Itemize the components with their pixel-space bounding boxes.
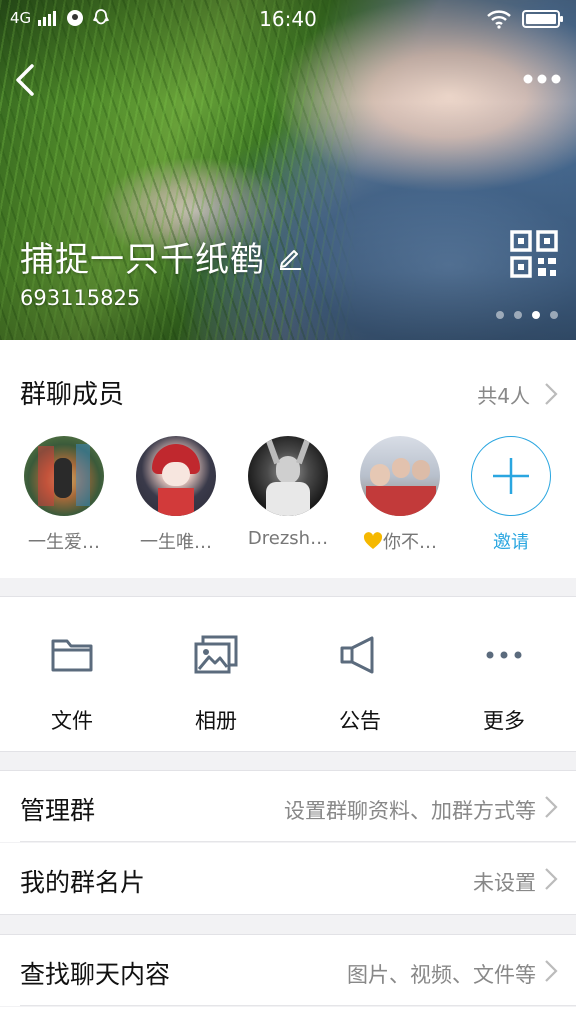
shortcut-more[interactable]: 更多 xyxy=(432,597,576,753)
cover-page-indicator xyxy=(496,311,558,319)
shortcut-label: 相册 xyxy=(195,709,237,733)
invite-member-item[interactable]: 邀请 xyxy=(461,436,561,554)
member-name-row: 你不… xyxy=(350,528,450,554)
member-name: Drezsh… xyxy=(247,528,329,549)
divider xyxy=(20,1005,576,1006)
folder-icon xyxy=(51,639,93,672)
shortcut-announcement[interactable]: 公告 xyxy=(288,597,432,753)
shortcut-label: 更多 xyxy=(483,709,525,733)
page-dot-active xyxy=(532,311,540,319)
member-name: 一生爱… xyxy=(28,532,100,553)
more-dots-icon xyxy=(486,651,522,659)
group-name: 捕捉一只千纸鹤 xyxy=(20,240,265,280)
next-row-partial xyxy=(0,1007,576,1024)
shortcut-files[interactable]: 文件 xyxy=(0,597,144,753)
divider xyxy=(20,841,576,842)
search-chat-row[interactable]: 查找聊天内容 图片、视频、文件等 xyxy=(0,934,576,1006)
page-dot xyxy=(550,311,558,319)
battery-icon xyxy=(522,10,563,28)
row-value: 未设置 xyxy=(473,871,536,895)
group-id: 693115825 xyxy=(20,286,141,310)
top-bar xyxy=(0,50,576,110)
member-item[interactable]: 一生爱… xyxy=(14,436,114,554)
row-label: 我的群名片 xyxy=(20,868,146,897)
member-item[interactable]: 你不… xyxy=(350,436,450,554)
group-cover-image: 4G 16:40 捕捉一只千纸鹤 693115825 xyxy=(0,0,576,340)
group-name-row[interactable]: 捕捉一只千纸鹤 xyxy=(20,232,303,281)
megaphone-icon xyxy=(340,636,374,674)
invite-button[interactable] xyxy=(471,436,551,516)
members-title: 群聊成员 xyxy=(20,380,125,410)
member-avatar xyxy=(360,436,440,516)
member-avatar xyxy=(136,436,216,516)
member-item[interactable]: Drezsh… xyxy=(238,436,338,549)
row-value: 图片、视频、文件等 xyxy=(347,963,536,987)
member-item[interactable]: 一生唯… xyxy=(126,436,226,554)
manage-group-row[interactable]: 管理群 设置群聊资料、加群方式等 xyxy=(0,770,576,842)
row-label: 查找聊天内容 xyxy=(20,960,171,989)
chevron-right-icon xyxy=(545,868,558,890)
row-label: 管理群 xyxy=(20,796,96,825)
group-card-row[interactable]: 我的群名片 未设置 xyxy=(0,843,576,915)
shortcut-label: 公告 xyxy=(339,709,381,733)
back-button[interactable] xyxy=(8,58,48,102)
row-value: 设置群聊资料、加群方式等 xyxy=(284,799,536,823)
member-name: 一生唯… xyxy=(140,532,212,553)
chevron-right-icon xyxy=(545,960,558,982)
shortcuts-bar: 文件 相册 公告 更多 xyxy=(0,596,576,752)
qr-code-icon xyxy=(510,230,558,278)
members-count: 共4人 xyxy=(477,384,530,408)
heart-icon xyxy=(363,532,383,549)
chevron-right-icon xyxy=(545,796,558,818)
members-header[interactable]: 群聊成员 共4人 xyxy=(0,340,576,432)
back-icon xyxy=(16,64,34,96)
qr-code-button[interactable] xyxy=(510,230,558,278)
more-options-button[interactable] xyxy=(520,64,564,94)
member-avatar xyxy=(248,436,328,516)
shortcut-label: 文件 xyxy=(51,709,93,733)
status-bar: 4G 16:40 xyxy=(0,0,576,40)
status-right xyxy=(486,9,564,29)
members-section: 群聊成员 共4人 一生爱… 一生唯… Drezsh… 你不… 邀请 xyxy=(0,340,576,578)
page-dot xyxy=(514,311,522,319)
album-icon xyxy=(194,635,238,674)
page-dot xyxy=(496,311,504,319)
edit-icon[interactable] xyxy=(277,244,303,270)
plus-icon xyxy=(492,457,529,494)
member-avatar xyxy=(24,436,104,516)
more-icon xyxy=(523,74,561,84)
member-name: 你不… xyxy=(383,532,437,553)
invite-label: 邀请 xyxy=(493,532,529,553)
chevron-right-icon xyxy=(545,383,558,405)
shortcut-album[interactable]: 相册 xyxy=(144,597,288,753)
wifi-icon xyxy=(487,10,511,29)
